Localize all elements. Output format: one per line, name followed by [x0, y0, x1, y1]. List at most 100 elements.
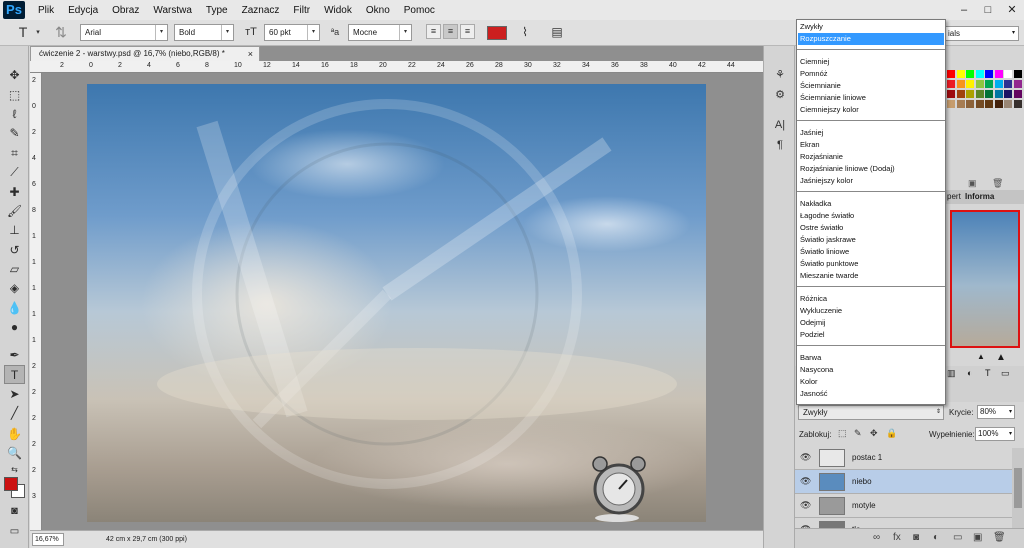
color-swatch[interactable]: [994, 80, 1003, 88]
clone-stamp-tool-icon[interactable]: ⊥: [4, 221, 25, 240]
lock-pixels-icon[interactable]: ✎: [854, 428, 862, 439]
blend-mode-option[interactable]: Barwa: [798, 352, 944, 364]
color-swatch[interactable]: [956, 80, 965, 88]
healing-brush-tool-icon[interactable]: ✚: [4, 183, 25, 202]
menu-plik[interactable]: Plik: [31, 5, 61, 16]
adjustment-layer-icon[interactable]: ◐: [933, 532, 939, 543]
history-brush-tool-icon[interactable]: ↺: [4, 241, 25, 260]
maximize-button[interactable]: □: [976, 0, 1000, 20]
color-swatch[interactable]: [975, 100, 984, 108]
menu-warstwa[interactable]: Warstwa: [146, 5, 199, 16]
lock-transparency-icon[interactable]: ⬚: [838, 428, 847, 439]
warp-text-icon[interactable]: ⌇: [516, 24, 534, 41]
color-swatch[interactable]: [1004, 80, 1012, 88]
color-swatch[interactable]: [994, 100, 1003, 108]
menu-edycja[interactable]: Edycja: [61, 5, 105, 16]
tab-info[interactable]: Informa: [965, 192, 994, 201]
color-swatch[interactable]: [966, 80, 974, 88]
color-swatch[interactable]: [947, 100, 955, 108]
blend-mode-option[interactable]: Ostre światło: [798, 222, 944, 234]
eraser-tool-icon[interactable]: ▱: [4, 260, 25, 279]
pen-tool-icon[interactable]: ✒: [4, 346, 25, 365]
close-icon[interactable]: ×: [248, 47, 253, 61]
layer-row[interactable]: 👁 postac 1: [795, 446, 1012, 470]
color-swatch[interactable]: [1013, 70, 1022, 78]
menu-pomoc[interactable]: Pomoc: [397, 5, 442, 16]
color-swatch[interactable]: [985, 90, 993, 98]
quick-mask-icon[interactable]: ◙: [4, 502, 25, 521]
image-canvas[interactable]: [87, 84, 706, 522]
foreground-color-swatch[interactable]: [4, 477, 18, 491]
brush-presets-icon[interactable]: ⚘: [770, 66, 790, 84]
visibility-eye-icon[interactable]: 👁: [800, 476, 811, 487]
layer-mask-icon[interactable]: ◙: [913, 532, 919, 543]
layers-filter-icon[interactable]: ▥: [947, 368, 956, 379]
blend-mode-option[interactable]: Mieszanie twarde: [798, 270, 944, 282]
color-swatch[interactable]: [975, 90, 984, 98]
lasso-tool-icon[interactable]: ℓ: [4, 105, 25, 124]
trash-icon[interactable]: 🗑: [993, 532, 1006, 543]
minimize-button[interactable]: –: [952, 0, 976, 20]
color-swatch[interactable]: [956, 70, 965, 78]
color-swatch[interactable]: [1004, 90, 1012, 98]
align-right-button[interactable]: ≡: [460, 24, 475, 39]
crop-tool-icon[interactable]: ⌗: [4, 144, 25, 163]
trash-icon[interactable]: 🗑: [992, 178, 1003, 189]
character-icon[interactable]: A|: [770, 116, 790, 134]
blend-mode-option[interactable]: Ściemnianie liniowe: [798, 92, 944, 104]
document-tab[interactable]: ćwiczenie 2 - warstwy.psd @ 16,7% (niebo…: [30, 46, 260, 61]
color-swatch[interactable]: [956, 100, 965, 108]
blend-mode-option[interactable]: Nakładka: [798, 198, 944, 210]
path-selection-tool-icon[interactable]: ➤: [4, 385, 25, 404]
blend-mode-option[interactable]: Podziel: [798, 329, 944, 341]
menu-filtr[interactable]: Filtr: [286, 5, 317, 16]
color-swatch[interactable]: [1004, 70, 1012, 78]
tab-properties[interactable]: pert: [947, 192, 961, 201]
paragraph-icon[interactable]: ¶: [770, 136, 790, 154]
blend-mode-option[interactable]: Jaśniej: [798, 127, 944, 139]
color-swatch[interactable]: [994, 90, 1003, 98]
eyedropper-tool-icon[interactable]: ⟋: [4, 163, 25, 182]
text-tool-icon[interactable]: T: [14, 24, 32, 41]
blend-mode-option[interactable]: Światło liniowe: [798, 246, 944, 258]
blur-tool-icon[interactable]: 💧: [4, 299, 25, 318]
blend-mode-option[interactable]: Rozpuszczanie: [798, 33, 944, 45]
move-tool-icon[interactable]: ✥: [4, 66, 25, 85]
color-swatch[interactable]: [975, 70, 984, 78]
font-family-select[interactable]: Arial ▾: [80, 24, 168, 41]
lock-position-icon[interactable]: ✥: [870, 428, 878, 439]
antialias-select[interactable]: Mocne ▾: [348, 24, 412, 41]
blend-mode-option[interactable]: Pomnóż: [798, 68, 944, 80]
color-swatch[interactable]: [975, 80, 984, 88]
align-center-button[interactable]: ≡: [443, 24, 458, 39]
blend-mode-option[interactable]: Ciemniej: [798, 56, 944, 68]
new-swatch-icon[interactable]: ▣: [968, 178, 977, 189]
quick-selection-tool-icon[interactable]: ✎: [4, 124, 25, 143]
type-tool-icon[interactable]: T: [4, 365, 25, 384]
font-size-select[interactable]: 60 pkt ▾: [264, 24, 320, 41]
workspace-select[interactable]: ials ▾: [945, 26, 1019, 41]
blend-mode-option[interactable]: Światło punktowe: [798, 258, 944, 270]
new-layer-icon[interactable]: ▣: [973, 532, 982, 543]
hand-tool-icon[interactable]: ✋: [4, 425, 25, 444]
marquee-tool-icon[interactable]: ⬚: [4, 86, 25, 105]
layer-row[interactable]: 👁 niebo: [795, 470, 1012, 494]
color-swatch[interactable]: [947, 70, 955, 78]
link-layers-icon[interactable]: ∞: [873, 532, 880, 543]
blend-mode-option[interactable]: Jaśniejszy kolor: [798, 175, 944, 187]
blend-mode-option[interactable]: Rozjaśnianie: [798, 151, 944, 163]
layer-row[interactable]: 👁 motyle: [795, 494, 1012, 518]
color-swatch[interactable]: [966, 100, 974, 108]
dodge-tool-icon[interactable]: ●: [4, 318, 25, 337]
lock-all-icon[interactable]: 🔒: [886, 428, 897, 439]
color-swatch[interactable]: [966, 90, 974, 98]
blend-mode-option[interactable]: Ściemnianie: [798, 80, 944, 92]
blend-mode-option[interactable]: Odejmij: [798, 317, 944, 329]
blend-mode-option[interactable]: Wykluczenie: [798, 305, 944, 317]
blend-mode-option[interactable]: Rozjaśnianie liniowe (Dodaj): [798, 163, 944, 175]
align-left-button[interactable]: ≡: [426, 24, 441, 39]
navigator-thumbnail[interactable]: [950, 210, 1020, 348]
menu-okno[interactable]: Okno: [359, 5, 397, 16]
color-swatch[interactable]: [994, 70, 1003, 78]
menu-widok[interactable]: Widok: [317, 5, 359, 16]
